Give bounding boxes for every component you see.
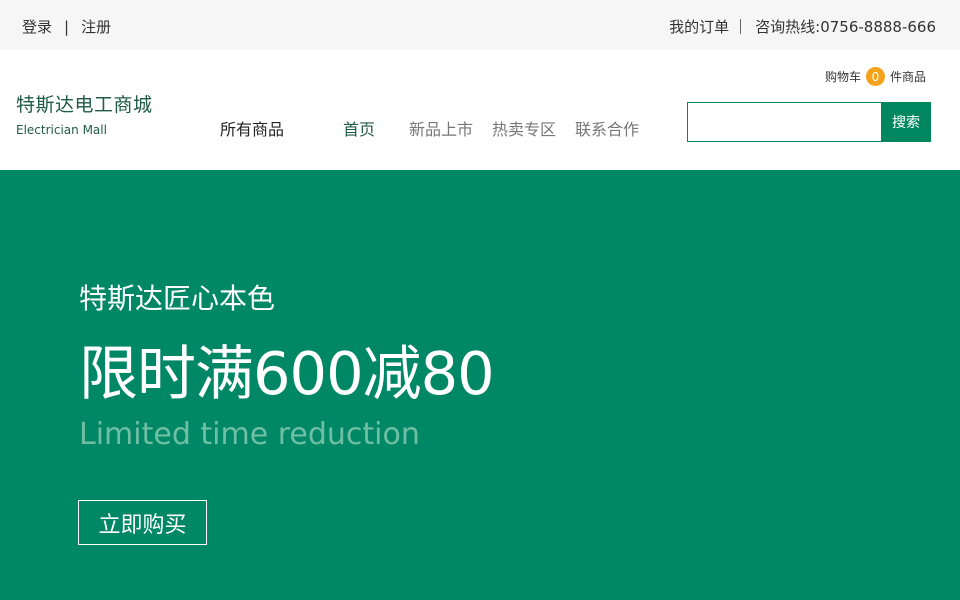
banner-tagline: 特斯达匠心本色 <box>79 282 276 315</box>
cart-suffix: 件商品 <box>889 70 926 84</box>
service-links: 我的订单 咨询热线:0756-8888-666 <box>669 16 936 37</box>
banner-headline: 限时满600减80 <box>79 339 495 408</box>
search-input[interactable] <box>687 102 881 142</box>
login-link[interactable]: 登录 <box>22 16 52 37</box>
cart-label: 购物车 <box>824 70 861 84</box>
register-link[interactable]: 注册 <box>81 16 111 37</box>
nav-new-arrivals[interactable]: 新品上市 <box>409 116 473 140</box>
brand-subtitle: Electrician Mall <box>16 123 107 137</box>
cart-count-badge: 0 <box>865 67 885 86</box>
nav-home[interactable]: 首页 <box>343 116 375 140</box>
account-links: 登录 | 注册 <box>22 16 111 37</box>
hotline-text: 咨询热线:0756-8888-666 <box>755 18 936 36</box>
site-header: 特斯达电工商城 Electrician Mall 所有商品 首页 新品上市 热卖… <box>0 50 960 170</box>
cart-link[interactable]: 购物车 0 件商品 <box>825 67 926 86</box>
top-bar: 登录 | 注册 我的订单 咨询热线:0756-8888-666 <box>0 0 960 50</box>
nav-hot-sale[interactable]: 热卖专区 <box>492 116 556 140</box>
service-divider <box>740 19 742 34</box>
nav-contact[interactable]: 联系合作 <box>575 116 639 140</box>
search-button[interactable]: 搜索 <box>881 102 931 142</box>
nav-all-products[interactable]: 所有商品 <box>220 116 284 140</box>
brand-title[interactable]: 特斯达电工商城 <box>16 90 153 117</box>
buy-now-button[interactable]: 立即购买 <box>78 500 207 545</box>
my-orders-link[interactable]: 我的订单 <box>669 16 729 37</box>
promo-banner: 特斯达匠心本色 限时满600减80 Limited time reduction… <box>0 170 960 600</box>
account-separator: | <box>64 17 70 36</box>
search-box: 搜索 <box>687 102 931 142</box>
banner-subline: Limited time reduction <box>79 417 420 452</box>
